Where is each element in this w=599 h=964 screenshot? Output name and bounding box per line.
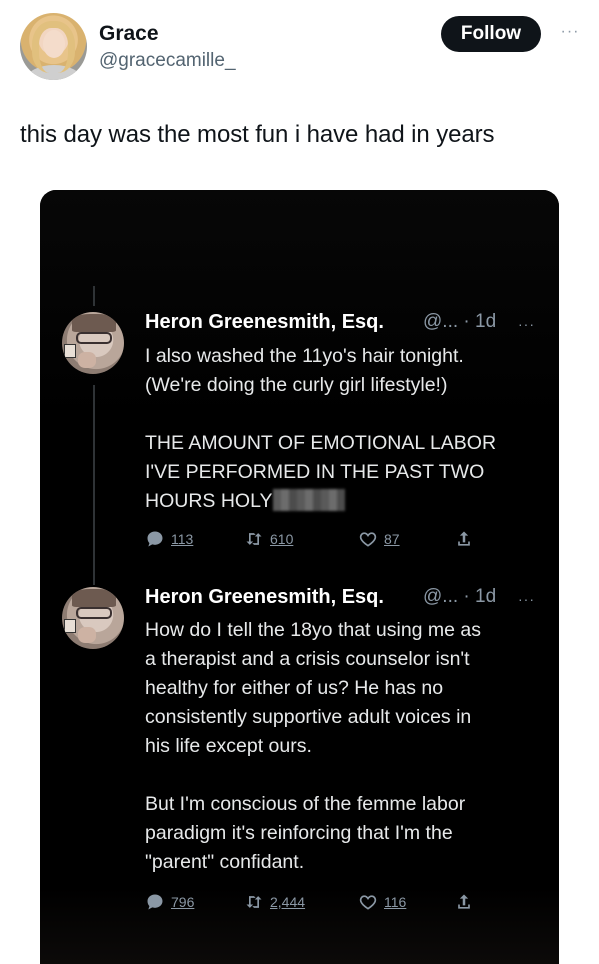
tweet-2-line-7: But I'm conscious of the femme labor [145,793,466,815]
tweet-2-more-icon[interactable]: ··· [518,591,535,607]
reply-count: 796 [171,894,195,910]
tweet-2-avatar[interactable] [62,587,124,649]
tweet-2-line-2: a therapist and a crisis counselor isn't [145,648,470,670]
tweet-1-line-3 [145,400,496,429]
like-button[interactable]: 87 [358,527,400,551]
tweet-2-body: How do I tell the 18yo that using me as … [145,616,481,877]
tweet-1-line-5: I'VE PERFORMED IN THE PAST TWO [145,461,485,483]
tweet-1-line-6: HOURS HOLY [145,490,273,512]
tweet-2-meta: @... · 1d [423,586,497,607]
heart-icon [359,532,377,547]
share-button[interactable] [454,527,474,551]
retweet-button[interactable]: 2,444 [244,890,305,914]
retweet-icon [246,896,262,908]
tweet-2-line-3: healthy for either of us? He has no [145,677,444,699]
reply-icon [147,894,163,910]
tweet-2-line-9: "parent" confidant. [145,851,305,873]
reply-count: 113 [171,531,194,547]
avatar-face [43,30,65,58]
tweet-2-author-name[interactable]: Heron Greenesmith, Esq. [145,586,384,609]
tweet-1-line-2: (We're doing the curly girl lifestyle!) [145,374,448,396]
tweet-1-line-4: THE AMOUNT OF EMOTIONAL LABOR [145,432,497,454]
avatar-hair [72,314,116,332]
thread-line-top [93,286,95,306]
reply-button[interactable]: 796 [145,890,194,914]
tweet-2-line-4: consistently supportive adult voices in [145,706,472,728]
share-icon [458,894,470,909]
avatar-hand [78,627,96,643]
avatar-badge [64,344,76,358]
retweet-icon [246,533,262,545]
thread-line-connector [93,385,95,585]
post-header: Grace @gracecamille_ Follow ··· [0,0,599,90]
tweet-1-meta: @... · 1d [423,311,497,332]
retweet-button[interactable]: 610 [244,527,293,551]
tweet-1-actions: 113 610 87 [145,527,475,551]
reply-button[interactable]: 113 [145,527,193,551]
author-name[interactable]: Grace [99,22,159,46]
tweet-1-more-icon[interactable]: ··· [518,316,535,332]
post-image[interactable]: Heron Greenesmith, Esq. @... · 1d ··· I … [40,190,559,964]
share-button[interactable] [454,890,474,914]
redacted-text [272,489,345,511]
follow-button[interactable]: Follow [441,16,541,52]
retweet-count: 2,444 [270,894,306,910]
tweet-2-line-1: How do I tell the 18yo that using me as [145,619,482,641]
more-options-icon[interactable]: ··· [556,22,584,42]
retweet-count: 610 [270,531,294,547]
tweet-1-line-6-wrap: HOURS HOLY [145,487,496,516]
post-text: this day was the most fun i have had in … [20,121,495,148]
reply-icon [147,531,163,547]
tweet-2-line-6 [145,761,481,790]
author-handle[interactable]: @gracecamille_ [99,50,236,72]
avatar-hand [78,352,96,368]
heart-icon [359,895,377,910]
like-count: 116 [384,894,407,910]
tweet-2-line-5: his life except ours. [145,735,312,757]
tweet-1-author-name[interactable]: Heron Greenesmith, Esq. [145,311,384,334]
tweet-1-body: I also washed the 11yo's hair tonight. (… [145,342,496,516]
avatar-badge [64,619,76,633]
glasses-icon [76,332,112,344]
avatar-hair [72,589,116,607]
tweet-1-line-1: I also washed the 11yo's hair tonight. [145,345,464,367]
glasses-icon [76,607,112,619]
tweet-2-line-8: paradigm it's reinforcing that I'm the [145,822,453,844]
like-button[interactable]: 116 [358,890,406,914]
share-icon [458,531,470,546]
author-avatar[interactable] [20,13,87,80]
tweet-2-actions: 796 2,444 116 [145,890,475,914]
like-count: 87 [384,531,400,547]
tweet-1-avatar[interactable] [62,312,124,374]
